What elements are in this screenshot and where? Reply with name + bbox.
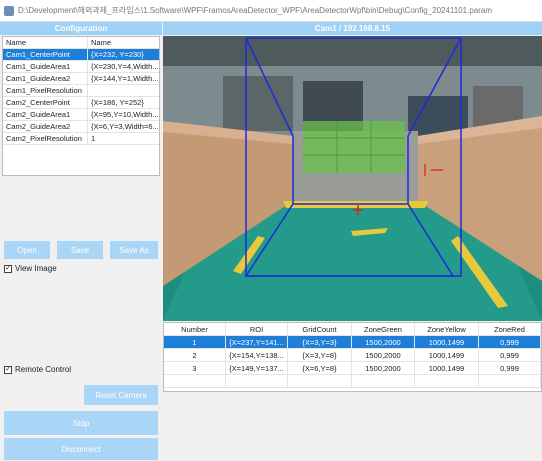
- open-button[interactable]: Open: [4, 241, 50, 259]
- col-zonegreen[interactable]: ZoneGreen: [352, 323, 415, 335]
- stop-button[interactable]: Stop: [4, 411, 158, 435]
- config-row[interactable]: Cam2_PixelResolution 1: [3, 133, 159, 145]
- config-row-value[interactable]: {X=6,Y=3,Width=6...: [88, 121, 159, 132]
- col-zonered[interactable]: ZoneRed: [479, 323, 541, 335]
- window-title: D:\Development\해외과제_프라임스\1.Software\WPF\…: [18, 6, 493, 15]
- reset-camera-button[interactable]: Reset Camera: [84, 385, 158, 405]
- cell-roi[interactable]: {X=237,Y=141...: [226, 336, 288, 348]
- config-row-name[interactable]: Cam1_GuideArea2: [3, 73, 88, 84]
- config-row-name[interactable]: Cam2_GuideArea1: [3, 109, 88, 120]
- config-row[interactable]: Cam2_GuideArea1 {X=95,Y=10,Width...: [3, 109, 159, 121]
- results-table[interactable]: Number ROI GridCount ZoneGreen ZoneYello…: [163, 322, 542, 392]
- cell-number[interactable]: 2: [164, 349, 226, 361]
- col-roi[interactable]: ROI: [226, 323, 288, 335]
- table-row[interactable]: 3 {X=149,Y=137... {X=6,Y=8} 1500,2000 1000,1…: [164, 362, 541, 375]
- disconnect-button[interactable]: Disconnect: [4, 438, 158, 460]
- bottom-pane: [163, 393, 542, 461]
- config-table-header: Name Name: [3, 37, 159, 49]
- col-number[interactable]: Number: [164, 323, 226, 335]
- cell-zoneyellow[interactable]: 1000,1499: [415, 336, 479, 348]
- title-bar: D:\Development\해외과제_프라임스\1.Software\WPF\…: [0, 0, 542, 22]
- cell-zonered[interactable]: 0,999: [479, 349, 541, 361]
- col-gridcount[interactable]: GridCount: [288, 323, 352, 335]
- left-panel: Configuration Name Name Cam1_CenterPoint…: [0, 22, 162, 461]
- cell-number[interactable]: 1: [164, 336, 226, 348]
- view-image-checkbox-box[interactable]: ✓: [4, 264, 12, 273]
- config-row-value[interactable]: {X=186, Y=252}: [88, 97, 159, 108]
- ceiling-dark: [163, 36, 542, 66]
- cell-gridcount[interactable]: {X=3,Y=8}: [288, 349, 352, 361]
- cell-gridcount[interactable]: {X=3,Y=3}: [288, 336, 352, 348]
- table-row[interactable]: 2 {X=154,Y=138... {X=3,Y=8} 1500,2000 1000,1…: [164, 349, 541, 362]
- remote-control-label: Remote Control: [15, 365, 72, 374]
- back-shelf: [223, 76, 293, 131]
- config-col-name[interactable]: Name: [3, 37, 88, 48]
- results-header: Number ROI GridCount ZoneGreen ZoneYello…: [164, 323, 541, 336]
- config-header: Configuration: [0, 22, 162, 35]
- grid-zone: [303, 121, 405, 173]
- save-as-button[interactable]: Save As: [110, 241, 158, 259]
- remote-control-checkbox[interactable]: ✓ Remote Control: [4, 365, 71, 374]
- config-row-value[interactable]: {X=95,Y=10,Width...: [88, 109, 159, 120]
- config-row-name[interactable]: Cam1_GuideArea1: [3, 61, 88, 72]
- config-row-value[interactable]: {X=144,Y=1,Width...: [88, 73, 159, 84]
- config-row[interactable]: Cam1_GuideArea2 {X=144,Y=1,Width...: [3, 73, 159, 85]
- config-row-name[interactable]: Cam1_PixelResolution: [3, 85, 88, 96]
- config-row-value[interactable]: 1: [88, 133, 159, 144]
- cell-zonered[interactable]: 0,999: [479, 362, 541, 374]
- view-image-label: View Image: [15, 264, 57, 273]
- config-row[interactable]: Cam2_GuideArea2 {X=6,Y=3,Width=6...: [3, 121, 159, 133]
- cell-gridcount[interactable]: {X=6,Y=8}: [288, 362, 352, 374]
- cell-zonegreen[interactable]: 1500,2000: [352, 349, 415, 361]
- cell-zonered[interactable]: 0,999: [479, 336, 541, 348]
- camera-image: [163, 36, 542, 321]
- config-row-value[interactable]: {X=232, Y=230}: [88, 49, 159, 60]
- config-col-value[interactable]: Name: [88, 37, 159, 48]
- camera-view[interactable]: [163, 36, 542, 321]
- camera-header: Cam1 / 192.168.8.15: [163, 22, 542, 35]
- cell-roi[interactable]: {X=154,Y=138...: [226, 349, 288, 361]
- config-row[interactable]: Cam1_CenterPoint {X=232, Y=230}: [3, 49, 159, 61]
- config-row-value[interactable]: [88, 85, 159, 96]
- cell-number[interactable]: 3: [164, 362, 226, 374]
- cell-zonegreen[interactable]: 1500,2000: [352, 336, 415, 348]
- config-row-value[interactable]: {X=230,Y=4,Width...: [88, 61, 159, 72]
- config-row[interactable]: Cam1_PixelResolution: [3, 85, 159, 97]
- config-row-name[interactable]: Cam2_PixelResolution: [3, 133, 88, 144]
- results-empty-row[interactable]: [164, 375, 541, 388]
- app-icon: [4, 5, 14, 16]
- view-image-checkbox[interactable]: ✓ View Image: [4, 264, 57, 273]
- config-row-name[interactable]: Cam1_CenterPoint: [3, 49, 88, 60]
- config-row[interactable]: Cam1_GuideArea1 {X=230,Y=4,Width...: [3, 61, 159, 73]
- cell-zoneyellow[interactable]: 1000,1499: [415, 349, 479, 361]
- save-button[interactable]: Save: [57, 241, 103, 259]
- config-row-name[interactable]: Cam2_CenterPoint: [3, 97, 88, 108]
- table-row[interactable]: 1 {X=237,Y=141... {X=3,Y=3} 1500,2000 1000,1…: [164, 336, 541, 349]
- config-row-name[interactable]: Cam2_GuideArea2: [3, 121, 88, 132]
- config-table[interactable]: Name Name Cam1_CenterPoint {X=232, Y=230}…: [2, 36, 160, 176]
- cell-zonegreen[interactable]: 1500,2000: [352, 362, 415, 374]
- cell-roi[interactable]: {X=149,Y=137...: [226, 362, 288, 374]
- col-zoneyellow[interactable]: ZoneYellow: [415, 323, 479, 335]
- remote-control-checkbox-box[interactable]: ✓: [4, 365, 12, 374]
- cell-zoneyellow[interactable]: 1000,1499: [415, 362, 479, 374]
- config-row[interactable]: Cam2_CenterPoint {X=186, Y=252}: [3, 97, 159, 109]
